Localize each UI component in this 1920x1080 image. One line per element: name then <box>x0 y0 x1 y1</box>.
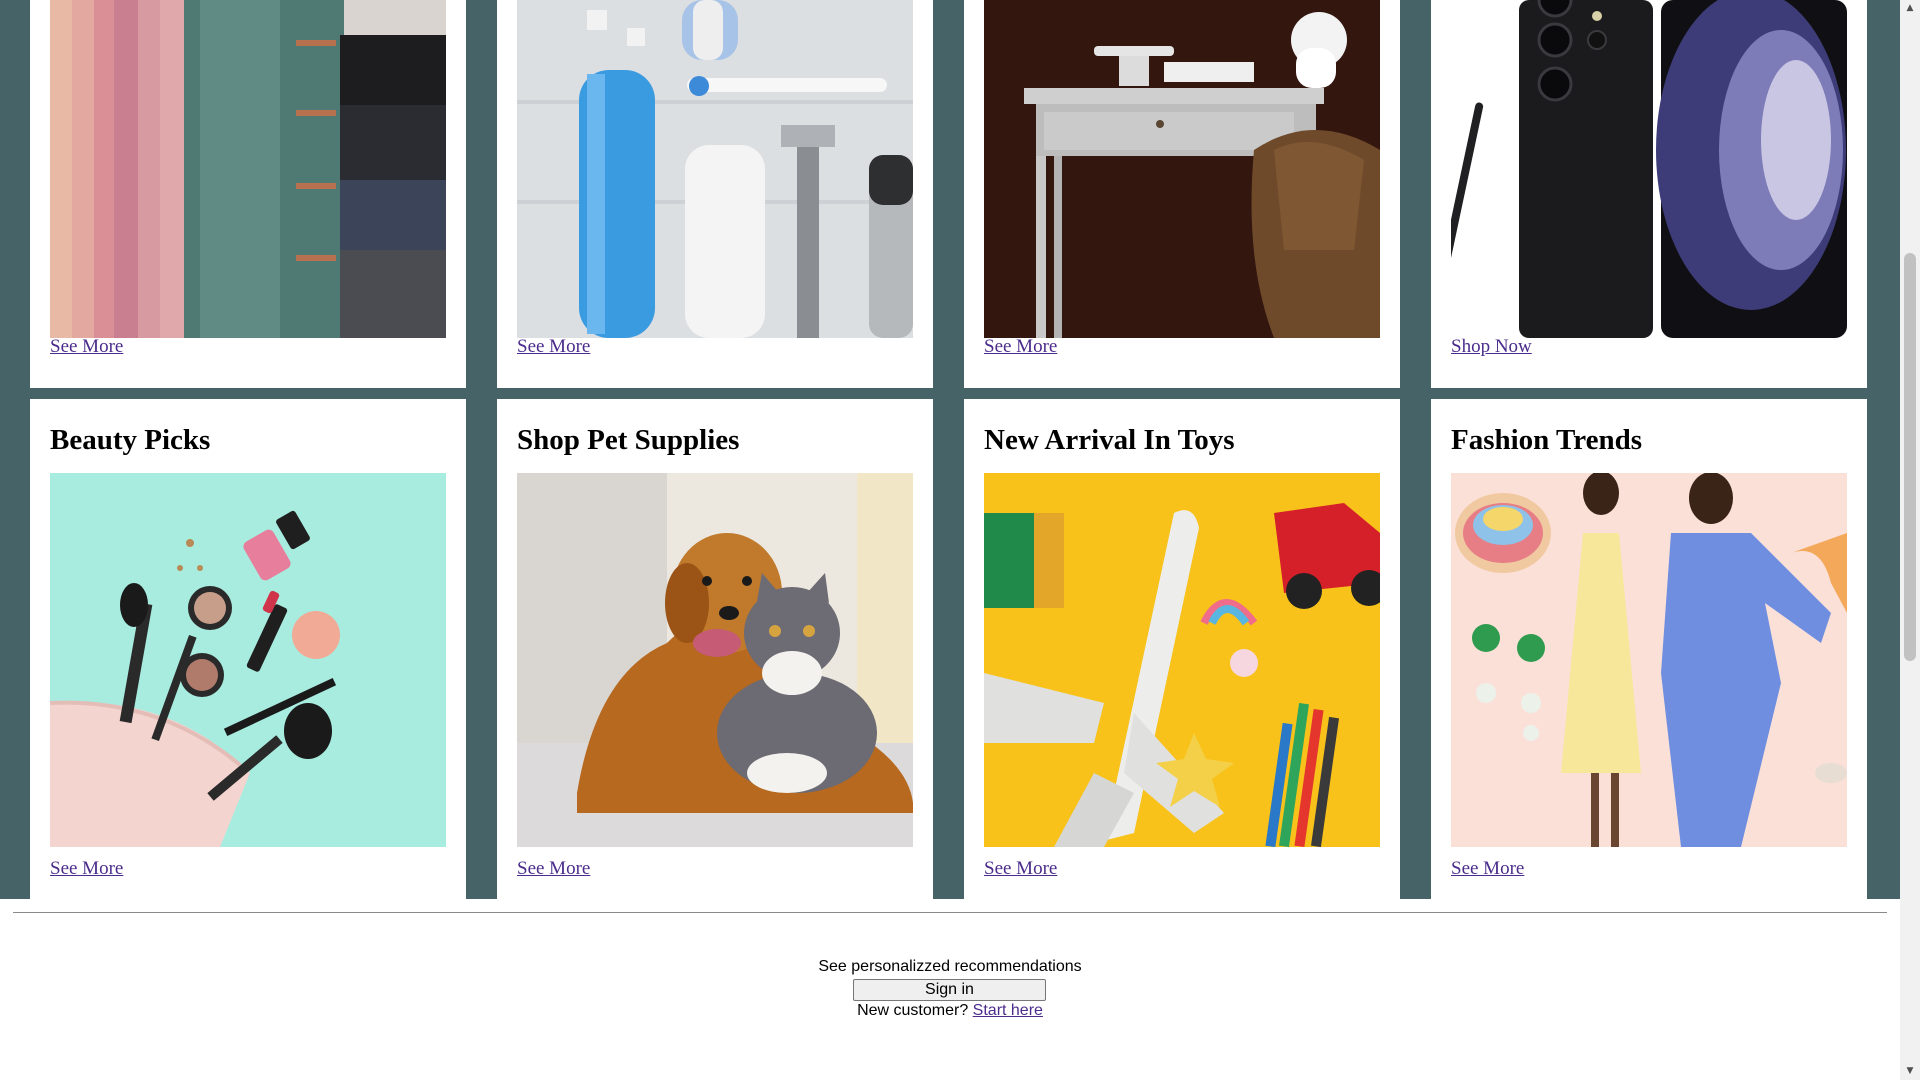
card-furniture: See More <box>964 0 1400 388</box>
sign-in-button[interactable]: Sign in <box>853 979 1046 1001</box>
card-title: Beauty Picks <box>50 424 211 456</box>
card-personal-care: See More <box>497 0 933 388</box>
see-more-link[interactable]: See More <box>517 336 590 358</box>
card-beauty-picks: Beauty Picks See More <box>30 399 466 899</box>
new-customer-label: New customer? <box>857 1002 969 1019</box>
desk-and-chair-image[interactable] <box>984 0 1380 338</box>
card-toys: New Arrival In Toys See More <box>964 399 1400 899</box>
start-here-link[interactable]: Start here <box>973 1002 1043 1019</box>
vertical-scrollbar[interactable]: ▲ ▼ <box>1900 0 1920 1080</box>
beauty-image[interactable] <box>50 473 446 847</box>
card-pet-supplies: Shop Pet Supplies See More <box>497 399 933 899</box>
see-more-link[interactable]: See More <box>984 858 1057 880</box>
smartphone-image[interactable] <box>1451 0 1847 338</box>
personal-care-image[interactable] <box>517 0 913 338</box>
scroll-down-arrow-icon[interactable]: ▼ <box>1900 1063 1920 1080</box>
fashion-image[interactable] <box>1451 473 1847 847</box>
scrollbar-thumb[interactable] <box>1904 253 1916 661</box>
see-more-link[interactable]: See More <box>1451 858 1524 880</box>
see-more-link[interactable]: See More <box>984 336 1057 358</box>
recommendations-text: See personalizzed recommendations <box>818 958 1082 975</box>
card-fashion-trends: Fashion Trends See More <box>1431 399 1867 899</box>
footer-divider <box>13 912 1887 913</box>
see-more-link[interactable]: See More <box>50 858 123 880</box>
card-title: New Arrival In Toys <box>984 424 1235 456</box>
new-customer-line: New customer? Start here <box>0 1002 1900 1020</box>
page-viewport: See More See More See More Shop Now Beau… <box>0 0 1900 1080</box>
see-more-link[interactable]: See More <box>517 858 590 880</box>
card-title: Fashion Trends <box>1451 424 1642 456</box>
scroll-up-arrow-icon[interactable]: ▲ <box>1900 0 1920 17</box>
card-fabrics: See More <box>30 0 466 388</box>
see-more-link[interactable]: See More <box>50 336 123 358</box>
fabric-swatches-image[interactable] <box>50 0 446 338</box>
toys-image[interactable] <box>984 473 1380 847</box>
card-title: Shop Pet Supplies <box>517 424 740 456</box>
pet-image[interactable] <box>517 473 913 847</box>
shop-now-link[interactable]: Shop Now <box>1451 336 1532 358</box>
card-smartphone: Shop Now <box>1431 0 1867 388</box>
